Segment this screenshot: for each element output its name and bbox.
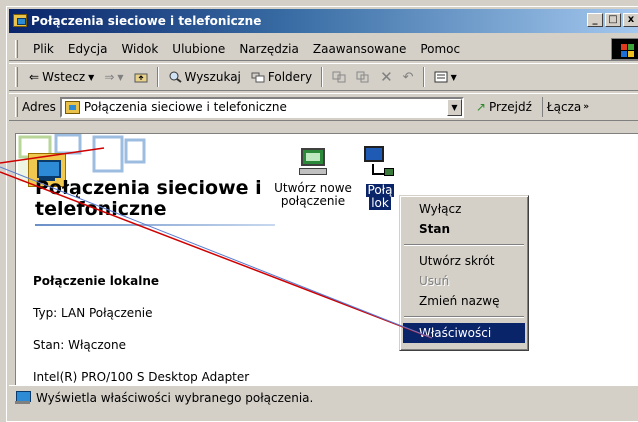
new-connection-icon [297,146,329,178]
folders-button[interactable]: Foldery [246,66,317,88]
menu-file[interactable]: Plik [26,42,61,56]
move-to-icon [332,71,346,83]
folders-icon [251,72,265,83]
menu-edit[interactable]: Edycja [61,42,115,56]
panel-title: Połączenia sieciowe i telefoniczne [35,177,262,220]
windows-logo-icon [611,38,638,60]
new-connection-label-2: połączenie [280,194,346,208]
connection-name: Połączenie lokalne [33,274,160,288]
menu-item-rename[interactable]: Zmień nazwę [403,291,525,311]
minimize-button[interactable]: _ [587,13,603,27]
explorer-window: Połączenia sieciowe i telefoniczne _ □ x… [6,6,638,422]
forward-button[interactable]: ⇒ ▼ [99,66,128,88]
toolbar-separator [321,67,324,87]
chevron-down-icon: ▼ [88,72,95,82]
undo-icon: ↶ [402,69,414,85]
connection-status: Stan: Włączone [33,338,126,352]
address-label: Adres [22,100,56,114]
menu-item-create-shortcut[interactable]: Utwórz skrót [403,251,525,271]
search-label: Wyszukaj [184,70,241,84]
new-connection-item[interactable]: Utwórz nowe połączenie [268,146,358,208]
forward-arrow-icon: ⇒ [104,70,115,84]
menu-advanced[interactable]: Zaawansowane [306,42,413,56]
status-text: Wyświetla właściwości wybranego połączen… [36,390,314,405]
network-folder-icon [13,14,27,27]
title-bar[interactable]: Połączenia sieciowe i telefoniczne _ □ x [9,9,638,33]
standard-toolbar: ⇐ Wstecz ▼ ⇒ ▼ Wyszukaj Foldery ✕ ↶ ▼ [9,63,638,91]
menu-favorites[interactable]: Ulubione [165,42,232,56]
up-folder-button[interactable] [129,66,153,88]
menu-item-delete: Usuń [419,274,450,288]
window-title: Połączenia sieciowe i telefoniczne [31,14,262,28]
addressbar-grip[interactable] [15,97,18,117]
undo-button[interactable]: ↶ [398,66,419,88]
menu-item-status[interactable]: Stan [403,219,525,239]
links-label: Łącza [546,100,582,114]
chevron-down-icon: ▼ [450,72,457,82]
delete-button[interactable]: ✕ [375,66,398,88]
close-button[interactable]: x [623,13,638,27]
webview-info-panel: Połączenia sieciowe i telefoniczne Połąc… [16,134,275,385]
menu-separator [404,244,524,246]
menu-view[interactable]: Widok [114,42,165,56]
copy-to-button[interactable] [351,66,375,88]
menu-help[interactable]: Pomoc [413,42,467,56]
menu-bar: Plik Edycja Widok Ulubione Narzędzia Zaa… [9,37,638,61]
local-connection-label-selected-2: lok [369,196,391,210]
go-arrow-icon: ↗ [475,100,486,114]
window-controls: _ □ x [587,13,638,27]
title-divider [35,224,275,226]
network-connection-icon [15,390,31,405]
network-folder-icon [64,100,80,114]
address-bar: Adres Połączenia sieciowe i telefoniczne… [9,93,638,121]
delete-icon: ✕ [380,68,393,86]
back-button[interactable]: ⇐ Wstecz ▼ [24,66,99,88]
go-button[interactable]: ↗ Przejdź [476,100,532,114]
address-dropdown-button[interactable]: ▼ [446,98,462,116]
toolbar-separator [422,67,425,87]
maximize-button[interactable]: □ [605,13,621,27]
status-bar: Wyświetla właściwości wybranego połączen… [9,385,638,409]
context-menu: Wyłącz Stan Utwórz skrót Usuń Zmień nazw… [399,195,529,351]
menubar-grip[interactable] [15,39,18,58]
up-folder-icon [134,73,148,83]
copy-to-icon [356,71,369,83]
connection-type: Typ: LAN Połączenie [33,306,153,320]
toolbar-grip[interactable] [15,67,18,87]
lan-connection-icon [362,146,398,180]
views-button[interactable]: ▼ [429,66,462,88]
chevron-down-icon: ▼ [117,72,124,82]
toolbar-separator [156,67,159,87]
menu-item-properties[interactable]: Właściwości [403,323,525,343]
views-icon [434,71,448,83]
folders-label: Foldery [267,70,313,84]
search-button[interactable]: Wyszukaj [163,66,246,88]
menu-item-disable[interactable]: Wyłącz [403,199,525,219]
back-label: Wstecz [42,70,86,84]
address-value: Połączenia sieciowe i telefoniczne [83,100,287,114]
move-to-button[interactable] [327,66,351,88]
links-toolbar[interactable]: Łącza » [541,97,590,117]
search-icon [169,71,182,83]
go-label: Przejdź [488,100,532,114]
chevron-right-icon: » [583,102,590,112]
address-input[interactable]: Połączenia sieciowe i telefoniczne ▼ [59,96,464,118]
menu-separator [404,316,524,318]
adapter-name: Intel(R) PRO/100 S Desktop Adapter [33,370,250,384]
folder-view: Połączenia sieciowe i telefoniczne Połąc… [15,133,638,385]
back-arrow-icon: ⇐ [29,70,40,84]
menu-tools[interactable]: Narzędzia [232,42,306,56]
